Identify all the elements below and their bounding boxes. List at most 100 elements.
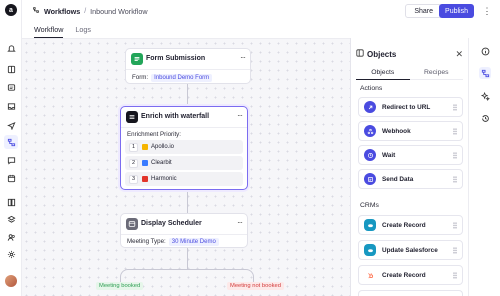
item-label: Create Record — [382, 221, 426, 229]
objects-panel: Objects ✕ Objects Recipes Actions Redire… — [350, 38, 468, 296]
node-title: Form Submission — [146, 55, 206, 62]
provider-item[interactable]: 1 Apollo.io — [125, 140, 243, 154]
breadcrumb-current: Inbound Workflow — [90, 6, 148, 16]
provider-rank: 2 — [129, 158, 138, 168]
node-menu-button[interactable]: ··· — [237, 218, 243, 227]
provider-name: Harmonic — [151, 176, 177, 182]
item-label: Update Salesforce — [382, 246, 438, 254]
enrich-waterfall-node[interactable]: Enrich with waterfall ··· Enrichment Pri… — [120, 106, 248, 190]
connector-line — [187, 247, 188, 269]
apollo-icon — [142, 144, 148, 150]
people-icon[interactable] — [5, 231, 17, 243]
crm-item-partial[interactable] — [358, 290, 463, 296]
tab-logs[interactable]: Logs — [75, 22, 91, 38]
provider-list: 1 Apollo.io 2 Clearbit 3 Harmonic — [125, 140, 243, 188]
action-send-data[interactable]: Send Data — [358, 169, 463, 189]
drag-handle-icon[interactable] — [453, 128, 457, 135]
workflow-objects-icon[interactable] — [479, 67, 491, 79]
salesforce-icon — [364, 244, 376, 256]
drag-handle-icon[interactable] — [453, 176, 457, 183]
display-scheduler-node[interactable]: Display Scheduler ··· Meeting Type: 30 Mi… — [120, 213, 248, 248]
field-value-tag[interactable]: 30 Minute Demo — [168, 238, 219, 246]
branch-label-booked[interactable]: Meeting booked — [96, 282, 144, 290]
objects-icon — [356, 49, 364, 57]
sparkle-icon[interactable] — [479, 90, 491, 102]
send-icon[interactable] — [5, 119, 17, 131]
actions-heading: Actions — [360, 85, 383, 92]
field-label: Meeting Type: — [127, 238, 166, 245]
node-menu-button[interactable]: ··· — [240, 53, 246, 62]
workflow-icon — [7, 138, 15, 146]
item-label: Wait — [382, 151, 396, 159]
chat-icon[interactable] — [5, 154, 17, 166]
app-logo[interactable]: a — [5, 4, 17, 16]
harmonic-icon — [142, 176, 148, 182]
item-label: Send Data — [382, 175, 414, 183]
item-label: Webhook — [382, 127, 411, 135]
node-title: Enrich with waterfall — [141, 113, 210, 120]
more-options-icon[interactable]: ⋮ — [482, 6, 492, 16]
workflow-canvas[interactable]: Form Submission ··· Form: Inbound Demo Fo… — [22, 38, 350, 296]
provider-rank: 1 — [129, 142, 138, 152]
drag-handle-icon[interactable] — [453, 222, 457, 229]
hubspot-icon — [364, 269, 376, 281]
action-wait[interactable]: Wait — [358, 145, 463, 165]
drag-handle-icon[interactable] — [453, 247, 457, 254]
item-label: Redirect to URL — [382, 103, 431, 111]
view-tabs: Workflow Logs — [22, 22, 350, 38]
node-divider — [126, 69, 250, 70]
share-button[interactable]: Share — [405, 4, 442, 18]
list-icon[interactable] — [5, 81, 17, 93]
settings-icon[interactable] — [5, 248, 17, 260]
avatar[interactable] — [5, 275, 17, 287]
drag-handle-icon[interactable] — [453, 104, 457, 111]
calendar-icon — [126, 218, 138, 230]
crm-create-record-salesforce[interactable]: Create Record — [358, 215, 463, 235]
bell-icon[interactable] — [5, 42, 17, 54]
nav-workflows-active[interactable] — [4, 135, 18, 149]
node-title: Display Scheduler — [141, 220, 202, 227]
node-divider — [121, 234, 247, 235]
workflow-crumb-icon — [32, 6, 40, 16]
drag-handle-icon[interactable] — [453, 152, 457, 159]
crm-update-salesforce[interactable]: Update Salesforce — [358, 240, 463, 260]
clock-icon — [364, 149, 376, 161]
salesforce-icon — [364, 219, 376, 231]
branch-label-not-booked[interactable]: Meeting not booked — [227, 282, 284, 290]
action-redirect-to-url[interactable]: Redirect to URL — [358, 97, 463, 117]
history-icon[interactable] — [479, 112, 491, 124]
node-field: Form: Inbound Demo Form — [132, 74, 213, 82]
layers-icon[interactable] — [5, 213, 17, 225]
connector-line — [187, 84, 188, 106]
tab-workflow[interactable]: Workflow — [34, 22, 64, 38]
provider-item[interactable]: 3 Harmonic — [125, 172, 243, 186]
field-label: Form: — [132, 74, 149, 81]
crm-create-record-hubspot[interactable]: Create Record — [358, 265, 463, 285]
library-icon[interactable] — [5, 196, 17, 208]
node-menu-button[interactable]: ··· — [237, 111, 243, 120]
close-icon[interactable]: ✕ — [455, 49, 463, 60]
inbox-icon[interactable] — [5, 100, 17, 112]
field-value-tag[interactable]: Inbound Demo Form — [151, 74, 213, 82]
send-data-icon — [364, 173, 376, 185]
form-icon — [131, 53, 143, 65]
breadcrumb-root[interactable]: Workflows — [44, 7, 80, 16]
panel-title: Objects — [367, 50, 397, 59]
item-label: Create Record — [382, 271, 426, 279]
enrichment-priority-label: Enrichment Priority: — [127, 131, 181, 138]
webhook-icon — [364, 125, 376, 137]
info-icon[interactable] — [479, 45, 491, 57]
form-submission-node[interactable]: Form Submission ··· Form: Inbound Demo Fo… — [125, 48, 251, 84]
action-webhook[interactable]: Webhook — [358, 121, 463, 141]
provider-item[interactable]: 2 Clearbit — [125, 156, 243, 170]
waterfall-icon — [126, 111, 138, 123]
drag-handle-icon[interactable] — [453, 272, 457, 279]
calendar-icon[interactable] — [5, 172, 17, 184]
panel-tabs: Objects Recipes — [356, 66, 463, 80]
tab-objects[interactable]: Objects — [356, 66, 410, 80]
book-icon[interactable] — [5, 63, 17, 75]
publish-button[interactable]: Publish — [439, 4, 474, 18]
redirect-icon — [364, 101, 376, 113]
tab-recipes[interactable]: Recipes — [409, 66, 463, 80]
provider-name: Clearbit — [151, 160, 172, 166]
